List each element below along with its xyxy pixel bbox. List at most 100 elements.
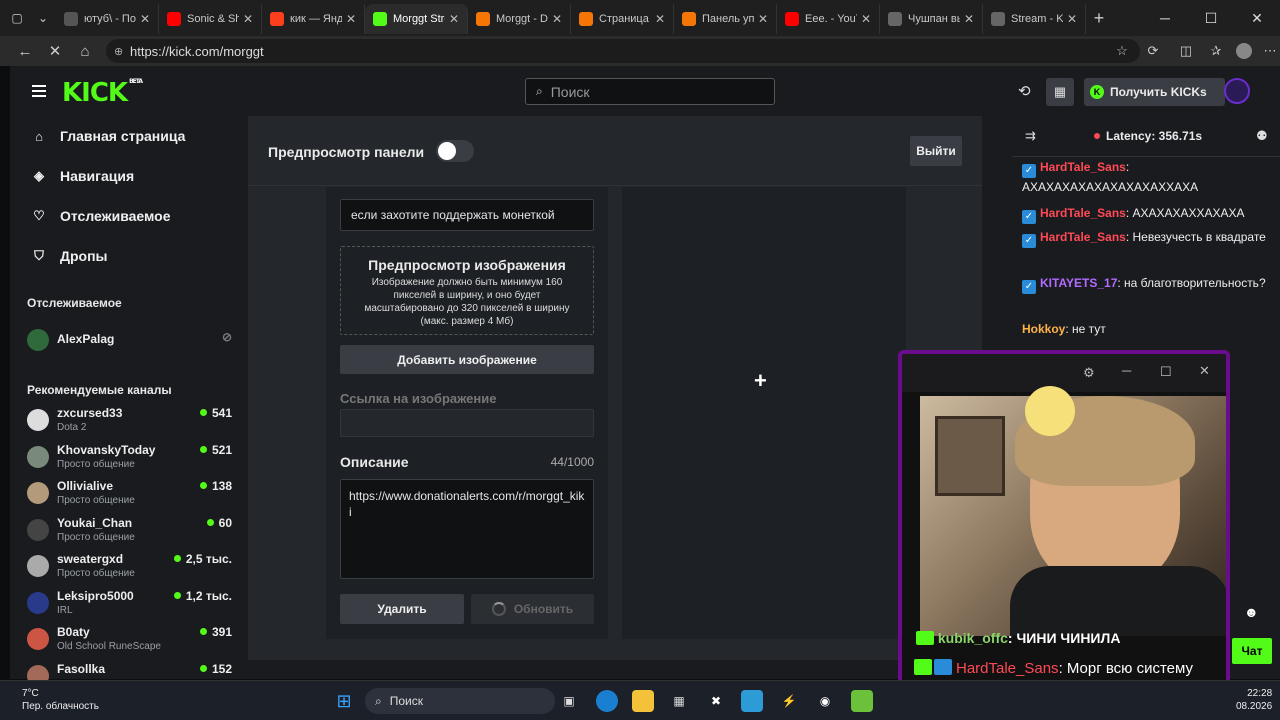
clips-icon[interactable]: ⟲ — [1018, 82, 1031, 100]
star-icon[interactable]: ☆ — [1114, 43, 1130, 59]
close-tab-icon[interactable]: ✕ — [552, 12, 562, 26]
recommended-channel[interactable]: B0aty Old School RuneScape 391 — [27, 625, 232, 659]
delete-button[interactable]: Удалить — [340, 594, 464, 624]
explorer-icon[interactable] — [632, 690, 654, 712]
obs-icon[interactable]: ◉ — [814, 690, 836, 712]
add-image-button[interactable]: Добавить изображение — [340, 345, 594, 374]
panel-title-input[interactable] — [340, 199, 594, 231]
sidebar-item[interactable]: ⌂ Главная страница — [30, 128, 185, 144]
overlay-close-icon[interactable]: ✕ — [1199, 363, 1210, 379]
library-button[interactable]: ▦ — [1046, 78, 1074, 106]
new-tab-button[interactable]: + — [1086, 5, 1112, 31]
chat-send-button[interactable]: Чат — [1232, 638, 1272, 664]
browser-tab[interactable]: кик — Яндекс ✕ — [262, 4, 365, 34]
exit-button[interactable]: Выйти — [910, 136, 962, 166]
home-icon[interactable]: ⌂ — [70, 37, 100, 65]
recommended-channel[interactable]: zxcursed33 Dota 2 541 — [27, 406, 232, 440]
update-button[interactable]: Обновить — [471, 594, 594, 624]
start-icon[interactable]: ⊞ — [333, 690, 355, 712]
close-tab-icon[interactable]: ✕ — [346, 12, 356, 26]
get-kicks-button[interactable]: K Получить KICKs — [1084, 78, 1225, 106]
sidebar-item[interactable]: ⛉ Дропы — [30, 248, 107, 264]
chat-users-icon[interactable]: ⚉ — [1256, 128, 1268, 144]
collapse-chat-icon[interactable]: ⇉ — [1025, 128, 1036, 144]
close-tab-icon[interactable]: ✕ — [758, 12, 768, 26]
panel-preview-toggle[interactable] — [436, 140, 474, 162]
extensions-icon[interactable]: ⟳ — [1145, 43, 1161, 59]
close-tab-icon[interactable]: ✕ — [140, 12, 150, 26]
user-avatar[interactable] — [1224, 78, 1250, 104]
notepad-icon[interactable] — [741, 690, 763, 712]
close-tab-icon[interactable]: ✕ — [861, 12, 871, 26]
minimize-button[interactable]: ─ — [1142, 0, 1188, 36]
edge-icon[interactable] — [596, 690, 618, 712]
verified-badge-icon: ✓ — [1022, 164, 1036, 178]
recommended-channel[interactable]: Ollivialive Просто общение 138 — [27, 479, 232, 513]
tab-list-icon[interactable]: ⌄ — [30, 5, 56, 31]
settings-icon[interactable]: ⚙ — [1083, 365, 1095, 381]
camera-overlay-window[interactable]: ⚙ ─ ☐ ✕ kubik_offc: ЧИНИ ЧИНИЛА HardTale… — [898, 350, 1230, 720]
maximize-button[interactable]: ☐ — [1188, 0, 1234, 36]
favorites-icon[interactable]: ✰ — [1208, 43, 1224, 59]
chat-username[interactable]: HardTale_Sans — [1040, 206, 1126, 220]
reload-icon[interactable]: ✕ — [40, 37, 70, 65]
browser-tab[interactable]: ютуб\ - Поиск ✕ — [56, 4, 159, 34]
recommended-channel[interactable]: KhovanskyToday Просто общение 521 — [27, 443, 232, 477]
url-field[interactable]: ⊕ https://kick.com/morggt — [106, 39, 1140, 63]
close-button[interactable]: ✕ — [1234, 0, 1280, 36]
app-icon[interactable]: ⚡ — [778, 690, 800, 712]
overlay-minimize-icon[interactable]: ─ — [1122, 363, 1131, 378]
recommended-channel[interactable]: Youkai_Chan Просто общение 60 — [27, 516, 232, 550]
close-tab-icon[interactable]: ✕ — [964, 12, 974, 26]
split-screen-icon[interactable]: ◫ — [1178, 43, 1194, 59]
compass-icon: ◈ — [34, 168, 44, 183]
recommended-channel[interactable]: Leksipro5000 IRL 1,2 тыс. — [27, 589, 232, 623]
close-tab-icon[interactable]: ✕ — [243, 12, 253, 26]
close-tab-icon[interactable]: ✕ — [449, 12, 459, 26]
kick-logo[interactable]: KICK BETA — [62, 78, 143, 108]
tab-actions-icon[interactable]: ▢ — [4, 5, 30, 31]
more-icon[interactable]: ⋯ — [1262, 43, 1278, 59]
chat-username[interactable]: HardTale_Sans — [1040, 230, 1126, 244]
sidebar-item[interactable]: ♡ Отслеживаемое — [30, 208, 170, 224]
browser-tab[interactable]: Morggt - Don ✕ — [468, 4, 571, 34]
clock[interactable]: 22:28 08.2026 — [1236, 687, 1272, 713]
browser-tab[interactable]: Morggt Stream ✕ — [365, 4, 468, 34]
search-input[interactable]: ⌕ Поиск — [525, 78, 775, 105]
add-panel-icon[interactable]: + — [754, 368, 767, 394]
store-icon[interactable]: ▦ — [668, 690, 690, 712]
back-icon[interactable]: ← — [10, 37, 40, 65]
taskbar-search[interactable]: ⌕ Поиск — [365, 688, 555, 714]
bluestacks-icon[interactable] — [851, 690, 873, 712]
task-view-icon[interactable]: ▣ — [558, 690, 580, 712]
following-channel[interactable]: AlexPalag ⊘ — [27, 326, 232, 360]
close-tab-icon[interactable]: ✕ — [655, 12, 665, 26]
image-preview-area[interactable]: Предпросмотр изображения Изображение дол… — [340, 246, 594, 335]
overlay-title-bar: ⚙ ─ ☐ ✕ — [902, 354, 1226, 392]
weather-widget[interactable]: 7°C Пер. облачность — [22, 687, 99, 713]
close-tab-icon[interactable]: ✕ — [1067, 12, 1077, 26]
profile-avatar[interactable] — [1236, 43, 1252, 59]
emoji-icon[interactable]: ☻ — [1244, 604, 1259, 620]
add-panel-column[interactable]: + — [622, 187, 906, 639]
chat-username[interactable]: HardTale_Sans — [1040, 160, 1126, 174]
browser-tab[interactable]: Панель упра ✕ — [674, 4, 777, 34]
recommended-title: Рекомендуемые каналы — [27, 383, 172, 397]
chat-text: : Невезучесть в квадрате — [1125, 230, 1266, 244]
recommended-channel[interactable]: sweatergxd Просто общение 2,5 тыс. — [27, 552, 232, 586]
chat-username[interactable]: Hokkoy — [1022, 322, 1065, 336]
image-link-input[interactable] — [340, 409, 594, 437]
capcut-icon[interactable]: ✖ — [705, 690, 727, 712]
chat-username[interactable]: KITAYETS_17 — [1040, 276, 1117, 290]
menu-icon[interactable] — [32, 85, 46, 97]
browser-tab[interactable]: Чушпан выш ✕ — [880, 4, 983, 34]
browser-tab[interactable]: Sonic & Shadow ✕ — [159, 4, 262, 34]
overlay-maximize-icon[interactable]: ☐ — [1160, 364, 1172, 380]
browser-tab[interactable]: Страница до ✕ — [571, 4, 674, 34]
browser-tab[interactable]: Stream - Kick ✕ — [983, 4, 1086, 34]
browser-tab[interactable]: Eee. - YouTube ✕ — [777, 4, 880, 34]
sidebar-item[interactable]: ◈ Навигация — [30, 168, 134, 184]
webcam-feed — [920, 386, 1226, 636]
description-textarea[interactable]: https://www.donationalerts.com/r/morggt_… — [340, 479, 594, 579]
site-info-icon[interactable]: ⊕ — [114, 45, 123, 58]
